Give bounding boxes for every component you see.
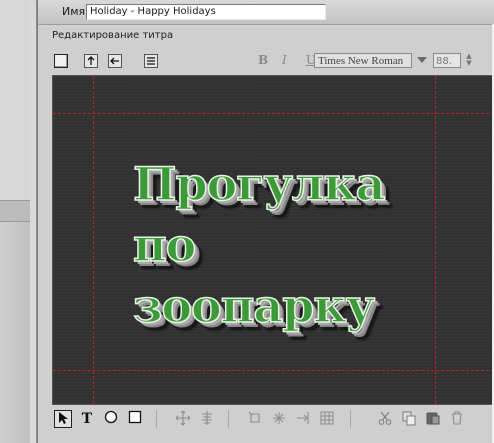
align-right-icon[interactable] (294, 410, 312, 428)
name-label: Имя: (62, 5, 89, 18)
title-text-block[interactable]: Прогулка по зоопарку (132, 154, 473, 337)
font-family-select[interactable]: Times New Roman (314, 53, 412, 68)
paste-icon[interactable] (424, 410, 442, 428)
grid-icon[interactable] (318, 410, 336, 428)
safe-area-line-left (93, 76, 94, 404)
side-panel (0, 0, 37, 443)
trash-icon[interactable] (448, 410, 466, 428)
title-settings-button[interactable] (144, 54, 158, 68)
name-bar: Имя: Holiday - Happy Holidays (38, 0, 494, 25)
toolbar-divider (228, 410, 229, 428)
editor-toolbar: B I U Times New Roman 88. ▲ ▼ (52, 48, 490, 76)
copy-icon[interactable] (400, 410, 418, 428)
cut-icon[interactable] (376, 410, 394, 428)
title-line[interactable]: Прогулка (132, 154, 473, 215)
pointer-tool-icon[interactable] (54, 410, 72, 428)
rectangle-tool-icon[interactable] (126, 410, 144, 428)
move-icon[interactable] (174, 410, 192, 428)
title-editor-panel: Имя: Holiday - Happy Holidays Редактиров… (37, 0, 494, 443)
arrow-up-icon (87, 56, 95, 65)
list-icon (147, 57, 155, 65)
ellipse-tool-icon[interactable] (102, 410, 120, 428)
chevron-down-icon[interactable] (417, 57, 427, 63)
roll-title-button[interactable] (84, 54, 98, 68)
title-name-input[interactable]: Holiday - Happy Holidays (86, 4, 326, 20)
toolbar-divider (156, 410, 157, 428)
italic-button[interactable]: I (282, 53, 287, 67)
font-size-field[interactable]: 88. (433, 53, 461, 68)
font-size-stepper[interactable]: ▲ ▼ (463, 53, 475, 68)
section-title: Редактирование титра (52, 30, 174, 41)
transform-icon[interactable] (270, 410, 288, 428)
title-line[interactable]: зоопарку (132, 276, 473, 337)
side-panel-edge (30, 0, 36, 443)
tools-bar: T (52, 404, 493, 434)
bold-button[interactable]: B (258, 53, 268, 67)
title-line[interactable]: по (132, 215, 473, 276)
arrow-left-icon (110, 57, 119, 65)
text-tool-icon[interactable]: T (78, 410, 96, 428)
safe-area-line-bottom (53, 370, 494, 371)
title-canvas[interactable]: Прогулка по зоопарку (52, 75, 494, 405)
rotate-icon[interactable] (246, 410, 264, 428)
align-icon[interactable] (198, 410, 216, 428)
toolbar-divider (350, 410, 351, 428)
crawl-title-button[interactable] (108, 54, 122, 68)
static-title-button[interactable] (54, 54, 68, 68)
safe-area-line-top (53, 113, 494, 114)
